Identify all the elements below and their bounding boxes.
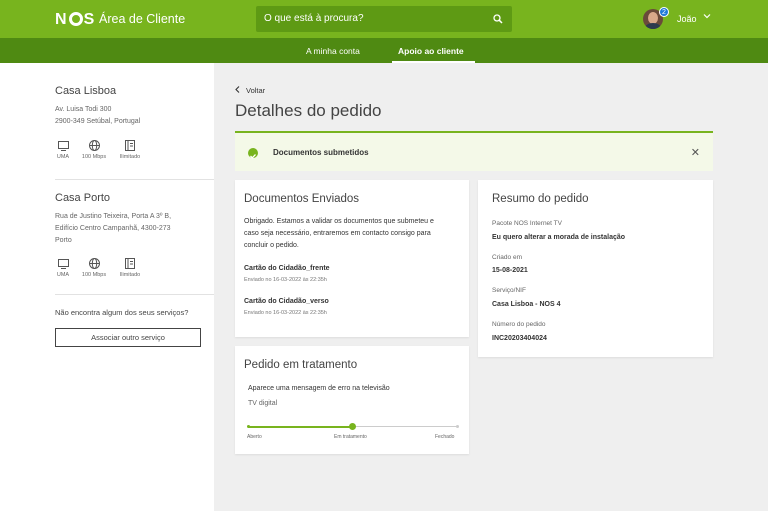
nos-logo[interactable]: NS: [55, 11, 95, 29]
associate-service-button[interactable]: Associar outro serviço: [55, 328, 201, 347]
document-date: Enviado no 16-03-2022 às 22:35h: [244, 310, 327, 316]
card-title: Documentos Enviados: [244, 193, 360, 205]
document-name[interactable]: Cartão do Cidadão_verso: [244, 298, 329, 305]
portal-title: Área de Cliente: [99, 12, 186, 26]
globe-icon: [88, 258, 100, 269]
tab-a-minha-conta[interactable]: A minha conta: [306, 46, 360, 56]
sidebar: Casa Lisboa Av. Luisa Todi 300 2900-349 …: [0, 63, 214, 511]
summary-card: Resumo do pedido Pacote NOS Internet TV …: [478, 180, 713, 357]
chevron-left-icon: [235, 86, 240, 93]
status-description: Aparece uma mensagem de erro na televisã…: [248, 385, 390, 392]
summary-label: Número do pedido: [492, 321, 546, 328]
phone-book-icon: [125, 258, 135, 269]
location-address-line: Av. Luisa Todi 300: [55, 106, 112, 113]
service-label: UMA: [56, 272, 70, 278]
tv-icon: [57, 141, 69, 151]
location-title[interactable]: Casa Lisboa: [55, 85, 116, 97]
summary-label: Pacote NOS Internet TV: [492, 220, 562, 227]
status-category: TV digital: [248, 400, 278, 407]
service-tv: UMA: [48, 259, 78, 278]
summary-value: INC20203404024: [492, 335, 547, 342]
success-alert: Documentos submetidos ✕: [235, 131, 713, 171]
summary-label: Serviço/NIF: [492, 287, 526, 294]
service-phone: Ilimitado: [115, 258, 145, 278]
service-label: UMA: [56, 154, 70, 160]
progress-fill: [248, 426, 353, 428]
chevron-down-icon[interactable]: [703, 12, 711, 20]
location-address-line: Edifício Centro Campanhã, 4300-273: [55, 225, 171, 232]
divider: [55, 179, 214, 180]
close-icon[interactable]: ✕: [691, 146, 700, 159]
globe-icon: [88, 140, 100, 151]
service-label: Ilimitado: [119, 272, 141, 278]
progress-step-dot: [246, 425, 250, 428]
progress-step-label: Fechado: [435, 434, 455, 440]
location-title[interactable]: Casa Porto: [55, 192, 110, 204]
tab-apoio-ao-cliente[interactable]: Apoio ao cliente: [398, 46, 464, 56]
divider: [55, 294, 214, 295]
back-link[interactable]: Voltar: [235, 86, 265, 95]
document-date: Enviado no 16-03-2022 às 22:35h: [244, 277, 327, 283]
location-address-line: 2900-349 Setúbal, Portugal: [55, 118, 141, 125]
progress-step-dot: [349, 423, 356, 430]
summary-label: Criado em: [492, 254, 522, 261]
documents-card: Documentos Enviados Obrigado. Estamos a …: [235, 180, 469, 337]
check-circle-icon: [248, 148, 258, 159]
summary-value: Eu quero alterar a morada de instalação: [492, 234, 626, 241]
progress-step-label: Em tratamento: [334, 434, 367, 440]
service-phone: Ilimitado: [115, 140, 145, 160]
top-header: NS Área de Cliente O que está à procura?…: [0, 0, 768, 38]
sub-navigation: A minha conta Apoio ao cliente: [0, 38, 768, 63]
documents-description: concluir o pedido.: [244, 242, 299, 249]
request-status-card: Pedido em tratamento Aparece uma mensage…: [235, 346, 469, 454]
service-internet: 100 Mbps: [79, 140, 109, 160]
service-label: 100 Mbps: [81, 154, 107, 160]
active-tab-indicator: [392, 61, 475, 63]
user-name[interactable]: João: [677, 14, 697, 24]
card-title: Pedido em tratamento: [244, 359, 358, 371]
search-placeholder: O que está à procura?: [264, 13, 364, 24]
summary-value: Casa Lisboa - NOS 4: [492, 301, 561, 308]
documents-description: Obrigado. Estamos a validar os documento…: [244, 218, 434, 225]
summary-value: 15-08-2021: [492, 267, 528, 274]
card-title: Resumo do pedido: [492, 193, 589, 205]
alert-message: Documentos submetidos: [273, 148, 369, 157]
documents-description: caso seja necessário, entraremos em cont…: [244, 230, 431, 237]
tv-icon: [57, 259, 69, 269]
missing-services-text: Não encontra algum dos seus serviços?: [55, 308, 189, 317]
page-title: Detalhes do pedido: [235, 101, 382, 120]
service-internet: 100 Mbps: [79, 258, 109, 278]
service-label: 100 Mbps: [81, 272, 107, 278]
service-label: Ilimitado: [119, 154, 141, 160]
progress-step-label: Aberto: [247, 434, 262, 440]
phone-book-icon: [125, 140, 135, 151]
search-icon[interactable]: [493, 14, 503, 24]
back-label: Voltar: [246, 86, 266, 95]
service-tv: UMA: [48, 141, 78, 160]
progress-step-dot: [455, 425, 459, 428]
search-input[interactable]: O que está à procura?: [256, 6, 512, 32]
location-address-line: Rua de Justino Teixeira, Porta A 3º B,: [55, 213, 172, 220]
document-name[interactable]: Cartão do Cidadão_frente: [244, 265, 330, 272]
location-address-line: Porto: [55, 237, 72, 244]
notification-badge[interactable]: 2: [659, 7, 669, 17]
